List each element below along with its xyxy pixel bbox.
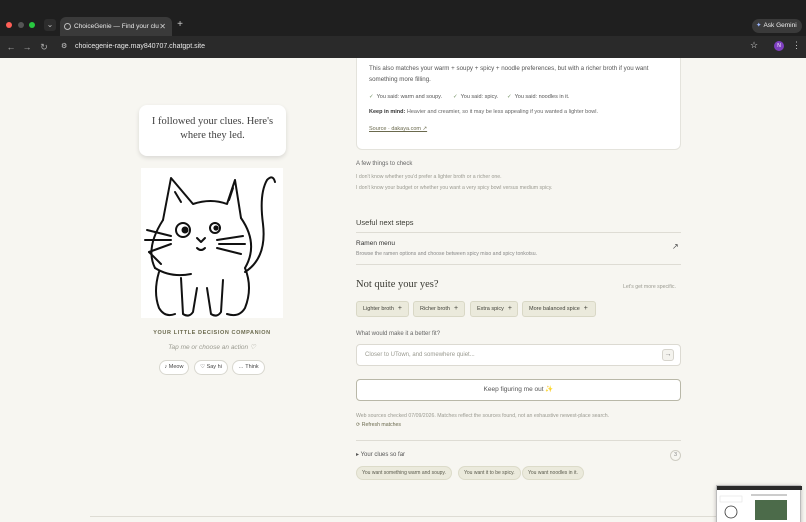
- keep-in-mind: Keep in mind: Heavier and creamier, so i…: [369, 109, 598, 115]
- check-item: ✓ You said: warm and soupy.: [369, 94, 442, 100]
- meow-button[interactable]: ♪ Meow: [159, 360, 189, 375]
- think-button[interactable]: … Think: [232, 360, 265, 375]
- window-minimize-button[interactable]: [18, 22, 24, 28]
- say-hi-button[interactable]: ♡ Say hi: [194, 360, 228, 375]
- forward-arrow-icon[interactable]: →: [22, 41, 32, 53]
- clues-toggle[interactable]: ▸ Your clues so far: [356, 451, 405, 458]
- check-item-text: I don't know your budget or whether you …: [356, 185, 553, 191]
- chip-label: Extra spicy: [477, 306, 504, 312]
- plus-icon: +: [397, 305, 402, 312]
- chip-extra-spicy[interactable]: Extra spicy +: [470, 301, 518, 317]
- tab-search-chevron-icon[interactable]: ⌄: [44, 19, 56, 31]
- fit-placeholder: Closer to UTown, and somewhere quiet...: [365, 352, 475, 358]
- divider: [356, 264, 681, 265]
- chip-label: Richer broth: [420, 306, 450, 312]
- divider: [356, 232, 681, 233]
- ask-gemini-label: Ask Gemini: [763, 22, 797, 29]
- fit-input[interactable]: Closer to UTown, and somewhere quiet... …: [356, 344, 681, 366]
- reload-icon[interactable]: ↻: [39, 41, 49, 53]
- page-preview-thumbnail[interactable]: [716, 485, 802, 522]
- gemini-sparkle-icon: ✦: [756, 22, 762, 29]
- result-description: This also matches your warm + soupy + sp…: [369, 65, 649, 83]
- check-text: You said: spicy.: [460, 94, 499, 100]
- external-arrow-icon[interactable]: ↗: [672, 242, 679, 251]
- clues-count-badge: 3: [670, 450, 681, 461]
- browser-tab[interactable]: ChoiceGenie — Find your clu ✕: [60, 17, 172, 36]
- check-item: ✓ You said: noodles in it.: [507, 94, 569, 100]
- send-arrow-icon[interactable]: →: [662, 349, 674, 361]
- chip-label: Lighter broth: [363, 306, 394, 312]
- back-arrow-icon[interactable]: ←: [6, 41, 16, 53]
- sources-note: Web sources checked 07/09/2026. Matches …: [356, 413, 610, 419]
- footer-divider: [90, 516, 716, 517]
- divider: [356, 440, 681, 441]
- refresh-matches-link[interactable]: ⟳ Refresh matches: [356, 422, 401, 428]
- preview-image-icon: [717, 486, 802, 520]
- plus-icon: +: [453, 305, 459, 312]
- next-steps-heading: Useful next steps: [356, 218, 414, 227]
- check-icon: ✓: [369, 94, 374, 100]
- chip-label: More balanced spice: [529, 306, 580, 312]
- plus-icon: +: [507, 305, 512, 312]
- tap-hint: Tap me or choose an action ♡: [168, 344, 256, 351]
- page-content: I followed your clues. Here's where they…: [0, 58, 806, 522]
- plus-icon: +: [583, 305, 588, 312]
- keep-figuring-button[interactable]: Keep figuring me out ✨: [356, 379, 681, 401]
- check-heading: A few things to check: [356, 161, 413, 167]
- keep-in-mind-text: Heavier and creamier, so it may be less …: [406, 109, 598, 115]
- site-settings-icon[interactable]: ⚙: [61, 42, 67, 50]
- clue-pill: You want something warm and soupy.: [356, 466, 452, 480]
- browser-tab-bar: ⌄ ChoiceGenie — Find your clu ✕ + ✦ Ask G…: [0, 0, 806, 36]
- chip-lighter-broth[interactable]: Lighter broth +: [356, 301, 409, 317]
- browser-menu-icon[interactable]: ⋮: [792, 40, 801, 51]
- tab-favicon-icon: [64, 23, 71, 30]
- window-zoom-button[interactable]: [29, 22, 35, 28]
- source-link[interactable]: Source · dakaya.com ↗: [369, 126, 427, 132]
- speech-bubble: I followed your clues. Here's where they…: [139, 105, 286, 156]
- tab-close-icon[interactable]: ✕: [159, 17, 166, 36]
- check-text: You said: noodles in it.: [514, 94, 570, 100]
- tab-title: ChoiceGenie — Find your clu: [74, 23, 159, 30]
- keep-in-mind-label: Keep in mind:: [369, 109, 406, 115]
- fit-question: What would make it a better fit?: [356, 331, 441, 337]
- bookmark-star-icon[interactable]: ☆: [750, 40, 758, 51]
- check-item: ✓ You said: spicy.: [453, 94, 498, 100]
- next-step-subtitle: Browse the ramen options and choose betw…: [356, 251, 538, 257]
- chip-richer-broth[interactable]: Richer broth +: [413, 301, 465, 317]
- cat-drawing-icon: [144, 176, 276, 317]
- window-close-button[interactable]: [6, 22, 12, 28]
- clue-pill: You want it to be spicy.: [458, 466, 521, 480]
- companion-label: YOUR LITTLE DECISION COMPANION: [153, 330, 271, 336]
- url-field[interactable]: choicegenie-rage.may840707.chatgpt.site: [75, 41, 205, 53]
- chip-more-balanced-spice[interactable]: More balanced spice +: [522, 301, 596, 317]
- refine-hint: Let's get more specific.: [623, 284, 676, 290]
- ask-gemini-button[interactable]: ✦ Ask Gemini: [752, 19, 802, 33]
- check-icon: ✓: [507, 94, 512, 100]
- next-step-title[interactable]: Ramen menu: [356, 240, 395, 247]
- result-card: This also matches your warm + soupy + sp…: [356, 58, 681, 150]
- clue-pill: You want noodles in it.: [522, 466, 584, 480]
- check-text: You said: warm and soupy.: [376, 94, 443, 100]
- profile-avatar[interactable]: N: [774, 41, 784, 51]
- cat-companion-image[interactable]: [141, 168, 283, 318]
- check-icon: ✓: [453, 94, 458, 100]
- new-tab-plus-icon[interactable]: +: [175, 19, 185, 31]
- refine-heading: Not quite your yes?: [356, 279, 439, 290]
- browser-address-bar: ← → ↻ ⚙ choicegenie-rage.may840707.chatg…: [0, 36, 806, 58]
- check-item-text: I don't know whether you'd prefer a ligh…: [356, 174, 502, 180]
